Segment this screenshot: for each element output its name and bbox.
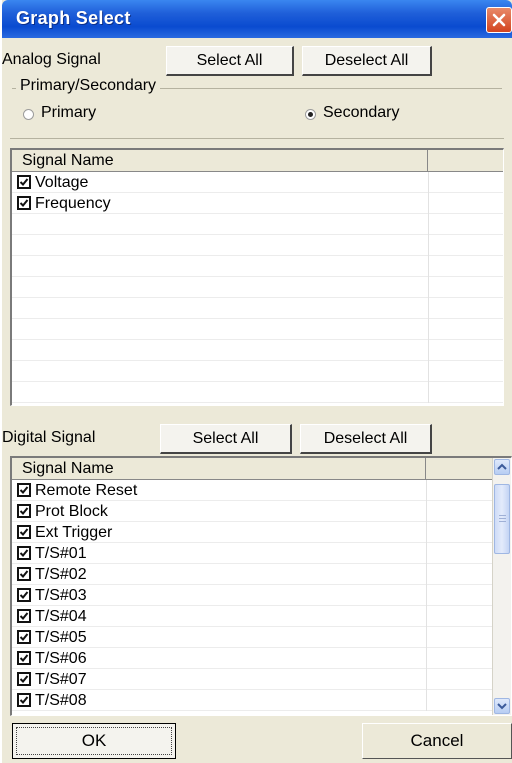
list-item-label: T/S#03 — [35, 587, 87, 604]
list-header: Signal Name — [12, 458, 494, 480]
checkbox[interactable] — [17, 588, 31, 602]
empty-row — [12, 382, 503, 403]
checkmark-icon — [19, 199, 29, 207]
checkbox[interactable] — [17, 609, 31, 623]
list-item-label: Remote Reset — [35, 482, 138, 499]
checkbox[interactable] — [17, 504, 31, 518]
vertical-scrollbar[interactable] — [492, 458, 511, 715]
list-item-label: T/S#08 — [35, 692, 87, 709]
checkbox[interactable] — [17, 525, 31, 539]
scroll-down-button[interactable] — [494, 698, 510, 714]
checkmark-icon — [19, 612, 29, 620]
column-header-signal-name[interactable]: Signal Name — [12, 458, 426, 479]
list-item[interactable]: Frequency — [12, 193, 503, 214]
checkmark-icon — [19, 507, 29, 515]
checkmark-icon — [19, 654, 29, 662]
empty-row — [12, 319, 503, 340]
empty-row — [12, 361, 503, 382]
checkmark-icon — [19, 486, 29, 494]
checkbox[interactable] — [17, 483, 31, 497]
digital-signal-label: Digital Signal — [2, 429, 96, 446]
checkmark-icon — [19, 178, 29, 186]
checkmark-icon — [19, 591, 29, 599]
chevron-up-icon — [497, 463, 507, 470]
empty-row — [12, 340, 503, 361]
digital-deselect-all-button[interactable]: Deselect All — [300, 424, 432, 454]
primary-secondary-group-title: Primary/Secondary — [16, 77, 161, 95]
list-item[interactable]: T/S#05 — [12, 627, 494, 648]
list-item-label: Frequency — [35, 195, 111, 212]
list-item[interactable]: T/S#03 — [12, 585, 494, 606]
empty-row — [12, 298, 503, 319]
list-item-label: T/S#02 — [35, 566, 87, 583]
checkbox[interactable] — [17, 196, 31, 210]
scroll-up-button[interactable] — [494, 459, 510, 475]
checkbox[interactable] — [17, 693, 31, 707]
chevron-down-icon — [497, 703, 507, 710]
checkmark-icon — [19, 549, 29, 557]
close-icon — [492, 13, 506, 27]
checkmark-icon — [19, 570, 29, 578]
checkmark-icon — [19, 633, 29, 641]
checkbox[interactable] — [17, 546, 31, 560]
empty-row — [12, 277, 503, 298]
list-item[interactable]: T/S#02 — [12, 564, 494, 585]
checkmark-icon — [19, 528, 29, 536]
column-header-blank[interactable] — [428, 150, 503, 171]
title-bar[interactable]: Graph Select — [2, 0, 512, 38]
list-item-label: T/S#04 — [35, 608, 87, 625]
graph-select-window: Graph Select Analog Signal Select All De… — [2, 0, 512, 763]
empty-row — [12, 214, 503, 235]
list-item[interactable]: T/S#04 — [12, 606, 494, 627]
checkbox[interactable] — [17, 672, 31, 686]
list-item-label: Prot Block — [35, 503, 108, 520]
list-item-label: T/S#06 — [35, 650, 87, 667]
ok-button[interactable]: OK — [12, 723, 176, 759]
empty-row — [12, 235, 503, 256]
checkmark-icon — [19, 696, 29, 704]
analog-deselect-all-button[interactable]: Deselect All — [302, 46, 432, 76]
analog-signal-label: Analog Signal — [2, 51, 101, 68]
cancel-button[interactable]: Cancel — [362, 723, 512, 759]
list-item[interactable]: Ext Trigger — [12, 522, 494, 543]
checkbox[interactable] — [17, 567, 31, 581]
column-header-signal-name[interactable]: Signal Name — [12, 150, 428, 171]
analog-select-all-button[interactable]: Select All — [166, 46, 294, 76]
list-item[interactable]: Prot Block — [12, 501, 494, 522]
digital-signal-list[interactable]: Signal Name Remote Reset Prot Block Ext Tr… — [10, 456, 512, 716]
list-item[interactable]: Voltage — [12, 172, 503, 193]
checkbox[interactable] — [17, 651, 31, 665]
list-item-label: Voltage — [35, 174, 89, 191]
list-item[interactable]: T/S#01 — [12, 543, 494, 564]
list-header: Signal Name — [12, 150, 503, 172]
radio-primary[interactable] — [23, 109, 34, 120]
radio-secondary[interactable] — [305, 109, 316, 120]
radio-secondary-label: Secondary — [323, 104, 400, 121]
empty-row — [12, 256, 503, 277]
list-item[interactable]: T/S#07 — [12, 669, 494, 690]
analog-signal-list[interactable]: Signal Name Voltage Frequency — [10, 148, 504, 406]
checkbox[interactable] — [17, 175, 31, 189]
list-item[interactable]: T/S#06 — [12, 648, 494, 669]
digital-select-all-button[interactable]: Select All — [160, 424, 292, 454]
window-title: Graph Select — [16, 8, 131, 28]
column-header-blank[interactable] — [426, 458, 494, 479]
list-item-label: Ext Trigger — [35, 524, 113, 541]
list-item-label: T/S#05 — [35, 629, 87, 646]
checkbox[interactable] — [17, 630, 31, 644]
list-item-label: T/S#07 — [35, 671, 87, 688]
checkmark-icon — [19, 675, 29, 683]
list-item[interactable]: T/S#08 — [12, 690, 494, 711]
scroll-thumb[interactable] — [494, 484, 510, 554]
list-item-label: T/S#01 — [35, 545, 87, 562]
radio-primary-label: Primary — [41, 104, 97, 121]
list-item[interactable]: Remote Reset — [12, 480, 494, 501]
divider — [10, 138, 504, 139]
close-button[interactable] — [486, 7, 512, 33]
